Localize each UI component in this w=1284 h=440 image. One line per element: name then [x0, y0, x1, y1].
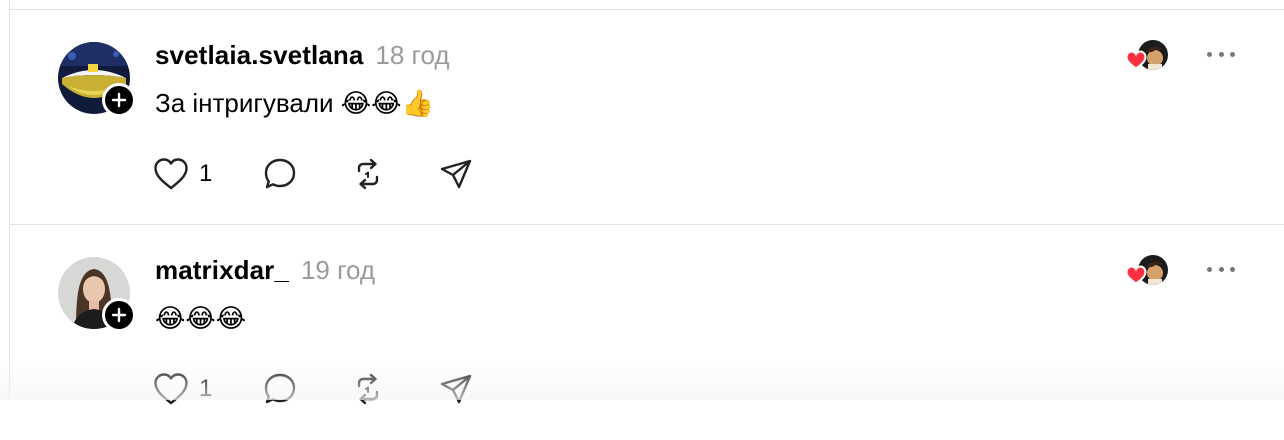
post-header: svetlaia.svetlana 18 год: [155, 40, 450, 74]
heart-outline-icon: [154, 158, 188, 190]
username-link[interactable]: matrixdar_: [155, 255, 289, 286]
like-count: 1: [199, 375, 213, 402]
speech-bubble-icon: [264, 158, 296, 189]
avatar-container[interactable]: [58, 257, 136, 332]
post-text: За інтригували 😂😂👍: [155, 88, 434, 118]
like-button[interactable]: 1: [153, 371, 263, 407]
paper-plane-icon: [440, 374, 472, 404]
post-header: matrixdar_ 19 год: [155, 255, 375, 289]
heart-outline-icon: [154, 373, 188, 405]
plus-icon: [111, 307, 127, 323]
repost-arrows-icon: [357, 158, 379, 190]
more-dots-icon: [1207, 51, 1212, 57]
repost-button[interactable]: [351, 156, 439, 192]
post-timestamp[interactable]: 19 год: [301, 255, 375, 286]
comment-button[interactable]: [263, 156, 351, 192]
share-button[interactable]: [439, 156, 479, 192]
comment-button[interactable]: [263, 371, 351, 407]
more-options-button[interactable]: [1207, 259, 1235, 279]
more-dot: [1218, 51, 1224, 57]
plus-icon: [111, 92, 127, 108]
follow-button[interactable]: [102, 298, 136, 332]
more-dot: [1230, 51, 1235, 57]
post-text: 😂😂😂: [155, 303, 247, 333]
follow-button[interactable]: [102, 83, 136, 117]
post-timestamp[interactable]: 18 год: [375, 40, 449, 71]
more-dots-icon: [1207, 266, 1212, 272]
avatar-container[interactable]: [58, 42, 136, 117]
share-button[interactable]: [439, 371, 479, 407]
liked-by-indicator[interactable]: [1125, 253, 1173, 289]
post: svetlaia.svetlana 18 год За інтригували …: [10, 10, 1284, 225]
more-dot: [1230, 266, 1235, 272]
username-link[interactable]: svetlaia.svetlana: [155, 40, 363, 71]
red-heart-icon: [1125, 265, 1147, 285]
liked-by-indicator[interactable]: [1125, 38, 1173, 74]
like-button[interactable]: 1: [153, 156, 263, 192]
like-count: 1: [199, 160, 213, 187]
post: matrixdar_ 19 год 😂😂😂 1: [10, 225, 1284, 440]
speech-bubble-icon: [264, 373, 296, 404]
thread-feed: svetlaia.svetlana 18 год За інтригували …: [9, 0, 1284, 405]
repost-arrows-icon: [357, 373, 379, 405]
repost-button[interactable]: [351, 371, 439, 407]
post-actions: 1: [153, 371, 479, 407]
more-dot: [1218, 266, 1224, 272]
red-heart-icon: [1125, 50, 1147, 70]
paper-plane-icon: [440, 159, 472, 189]
post-actions: 1: [153, 156, 479, 192]
more-options-button[interactable]: [1207, 44, 1235, 64]
